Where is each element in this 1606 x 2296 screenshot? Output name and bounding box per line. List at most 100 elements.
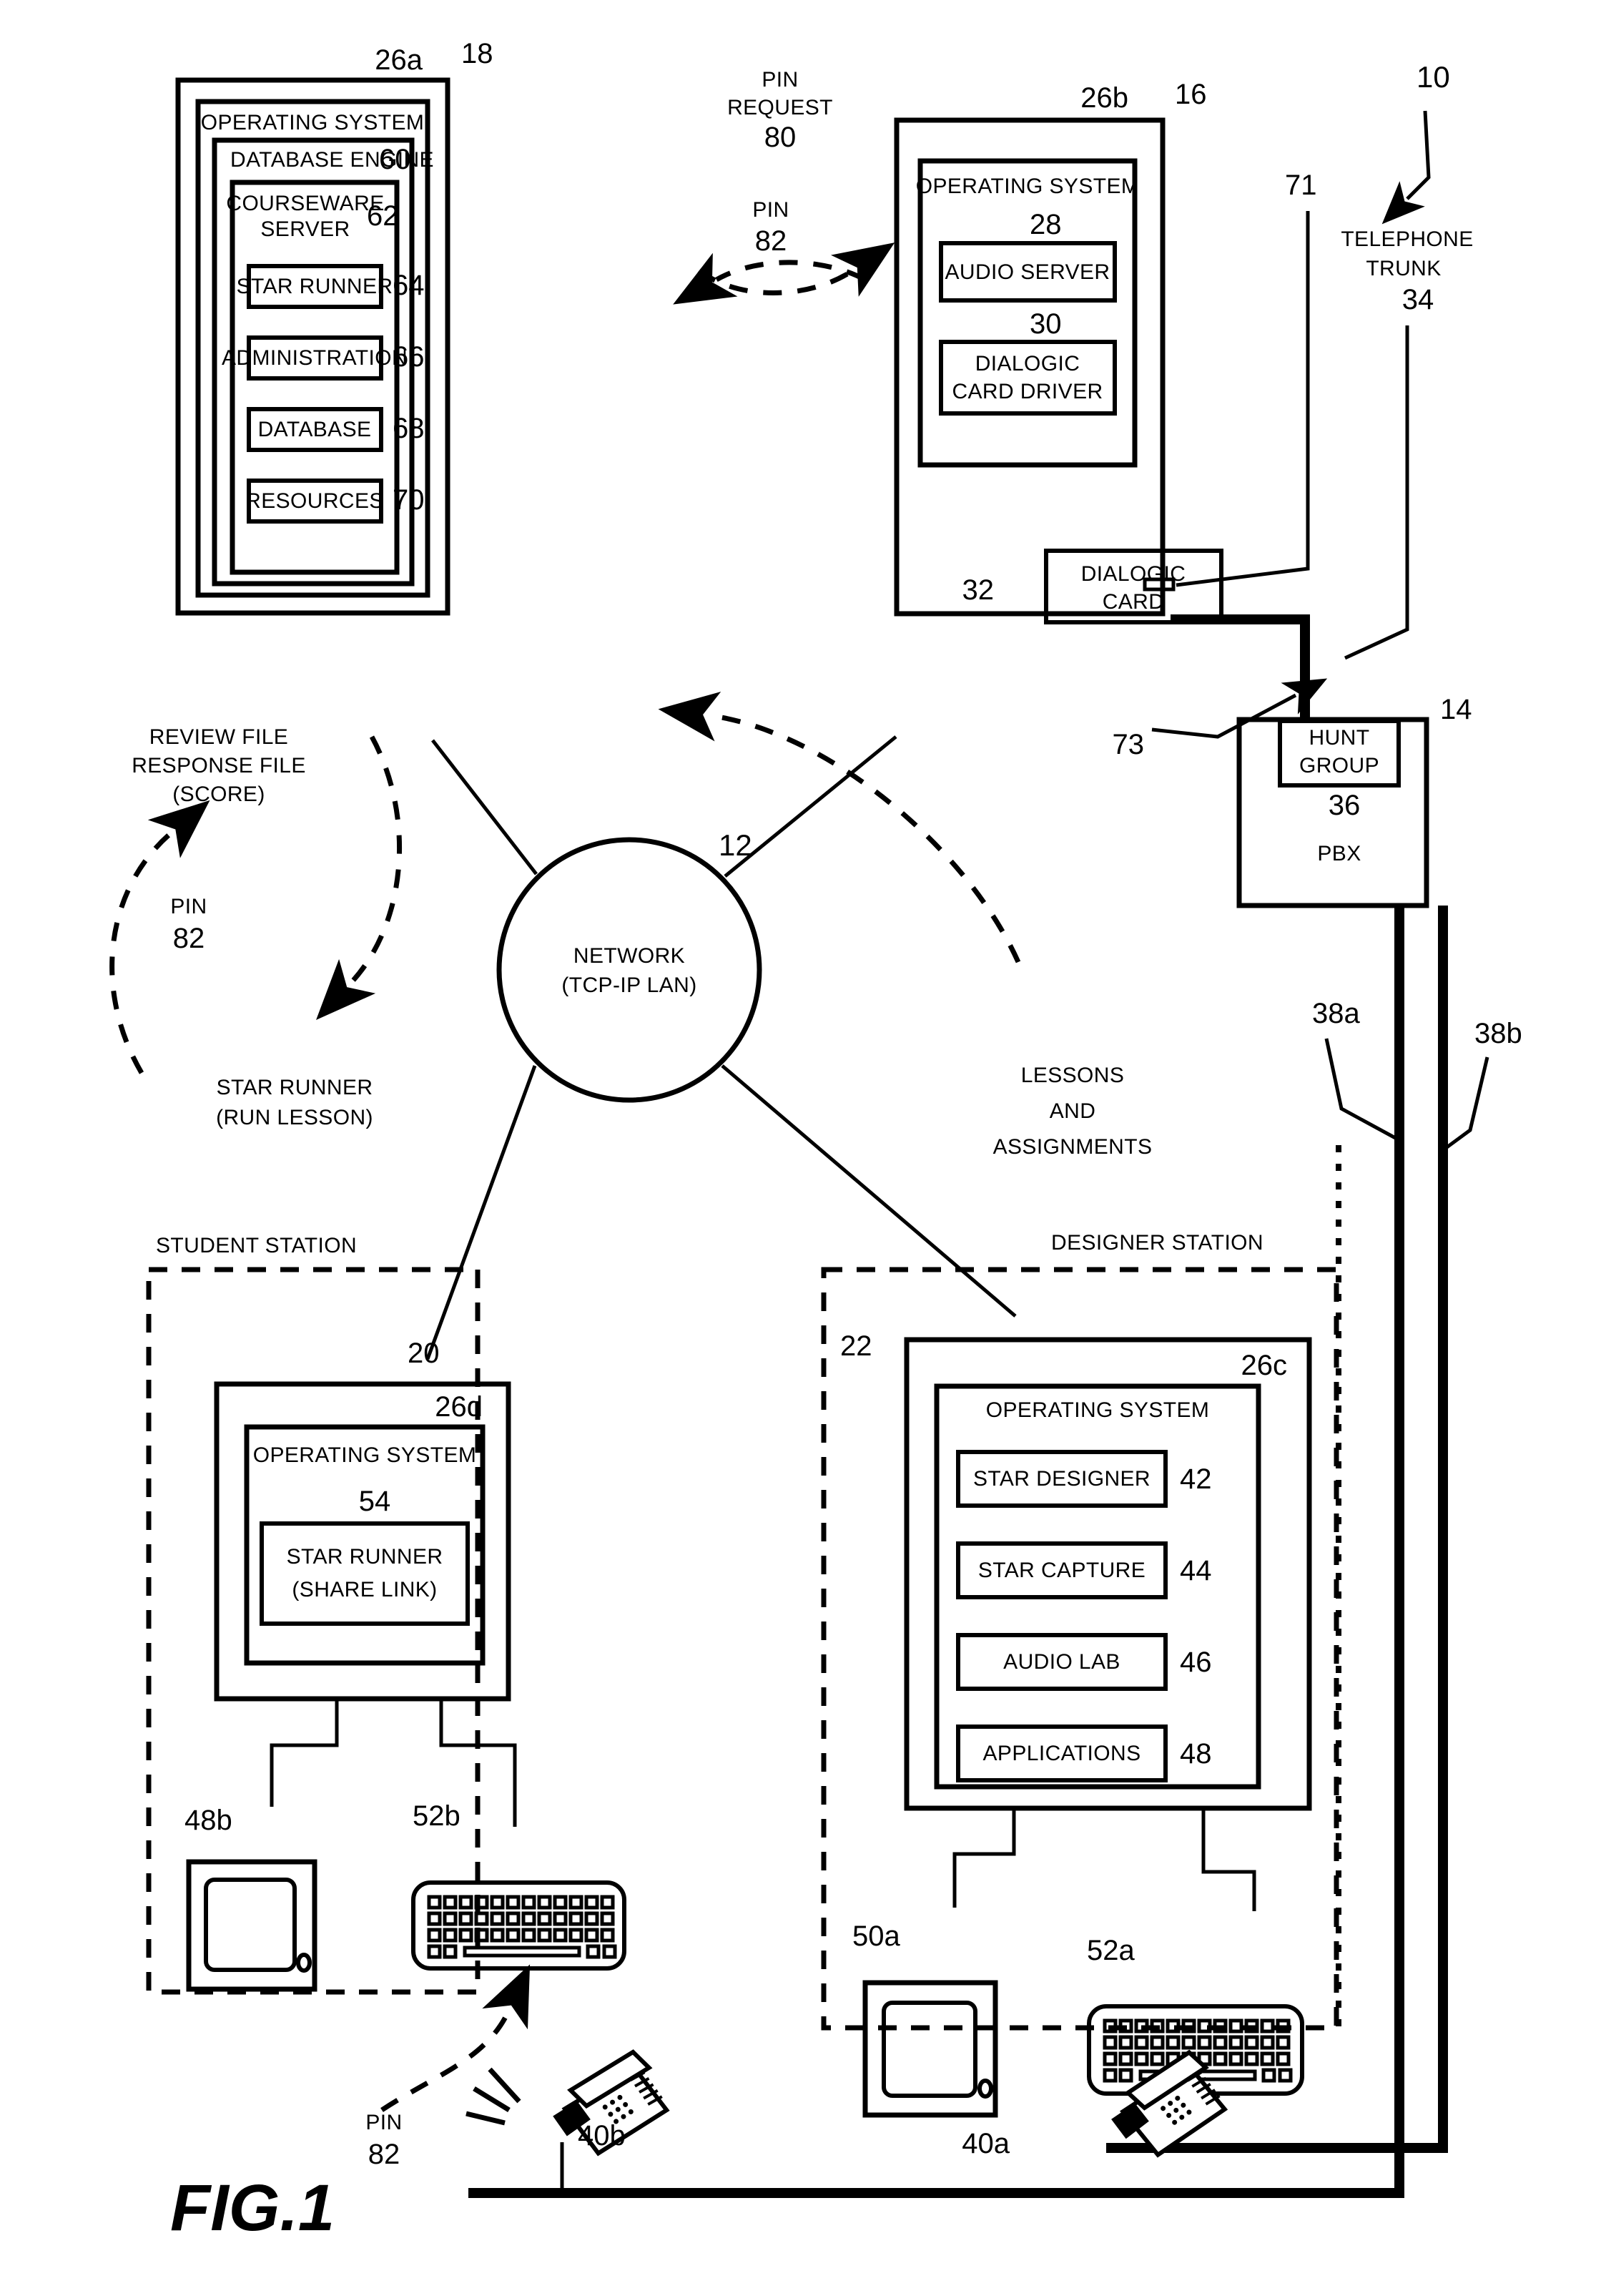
review-label-3: (SCORE)	[172, 782, 265, 806]
pin-arrow	[697, 242, 895, 297]
audio-os-label: OPERATING SYSTEM	[916, 175, 1140, 198]
pin-left-ref: 82	[173, 923, 205, 954]
leader-34	[1344, 325, 1409, 660]
label-50a: 50a	[852, 1920, 900, 1952]
audio-server-dashed-flow	[658, 692, 1021, 963]
label-68: 68	[393, 413, 425, 444]
hunt-group-label-2: GROUP	[1299, 754, 1379, 777]
pin-request-flow: PIN REQUEST 80	[673, 68, 865, 305]
leader-10	[1381, 110, 1431, 225]
label-40a: 40a	[962, 2128, 1010, 2159]
review-file-arrow	[109, 800, 210, 1074]
pin-request-label-2: REQUEST	[727, 96, 833, 119]
audio-os-box	[917, 158, 1138, 468]
lessons-assignments-flow: LESSONS AND ASSIGNMENTS	[993, 1064, 1152, 1159]
label-52a: 52a	[1087, 1935, 1135, 1966]
leader-73	[1151, 678, 1328, 739]
module-label-star-designer: STAR DESIGNER	[973, 1467, 1151, 1491]
trunk-label-1: TELEPHONE	[1341, 227, 1473, 251]
spoke-to-courseware-server	[431, 739, 538, 875]
network-label-1: NETWORK	[573, 944, 685, 968]
courseware-os-label: OPERATING SYSTEM	[201, 111, 425, 134]
telephone-trunk-line	[1171, 614, 1310, 721]
label-34: 34	[1402, 284, 1434, 315]
student-star-runner-box	[260, 1521, 470, 1626]
telephone-trunk-group: 71 TELEPHONE TRUNK 34 73	[1113, 170, 1474, 760]
lessons-label-1: LESSONS	[1021, 1064, 1125, 1087]
label-26a: 26a	[375, 44, 423, 76]
courseware-label-1: COURSEWARE	[226, 192, 384, 215]
star-runner-arrow	[316, 735, 402, 1021]
label-26c: 26c	[1241, 1350, 1288, 1381]
label-28: 28	[1030, 209, 1062, 240]
label-80: 80	[764, 122, 797, 153]
label-38b: 38b	[1474, 1018, 1522, 1049]
label-36: 36	[1329, 790, 1361, 821]
driver-label-1: DIALOGIC	[975, 352, 1080, 376]
designer-station-title: DESIGNER STATION	[1051, 1231, 1263, 1255]
network-circle	[496, 837, 762, 1103]
label-54: 54	[359, 1486, 391, 1517]
label-22: 22	[840, 1330, 872, 1362]
label-70: 70	[393, 484, 425, 516]
label-71: 71	[1285, 170, 1317, 201]
designer-monitor-knob	[977, 2079, 993, 2099]
student-station-title: STUDENT STATION	[156, 1234, 357, 1257]
pin-left-label: PIN	[170, 895, 207, 918]
label-38a: 38a	[1312, 998, 1360, 1029]
designer-os-label: OPERATING SYSTEM	[986, 1398, 1210, 1422]
spoke-to-designer-station	[721, 1064, 1017, 1318]
label-30: 30	[1030, 308, 1062, 340]
label-62: 62	[367, 200, 399, 232]
label-82: 82	[755, 225, 787, 257]
designer-keyboard-cable	[1201, 1808, 1256, 1911]
label-14: 14	[1440, 694, 1472, 725]
label-16: 16	[1175, 79, 1207, 110]
module-label-database: DATABASE	[258, 418, 372, 441]
courseware-server-block: 26a 18 OPERATING SYSTEM DATABASE ENGINE …	[175, 38, 493, 616]
designer-monitor-screen	[882, 2001, 977, 2098]
label-66: 66	[393, 341, 425, 373]
card-label-1: DIALOGIC	[1081, 562, 1186, 586]
pin-request-label-1: PIN	[762, 68, 798, 92]
audio-server-label: AUDIO SERVER	[945, 260, 1110, 284]
label-60: 60	[379, 144, 411, 175]
label-46: 46	[1180, 1647, 1212, 1678]
network-label-2: (TCP-IP LAN)	[561, 973, 696, 997]
student-station: STUDENT STATION 20 26d OPERATING SYSTEM …	[146, 1234, 626, 2170]
star-runner-flow-1: STAR RUNNER	[217, 1076, 373, 1099]
review-label-2: RESPONSE FILE	[132, 754, 306, 777]
student-keyboard-keys	[427, 1895, 617, 1959]
label-52b: 52b	[413, 1800, 460, 1832]
spoke-to-audio-server	[724, 735, 897, 878]
phone-40b-ring-lines	[465, 2067, 521, 2126]
hunt-group-label-1: HUNT	[1309, 726, 1370, 750]
system-ref-group: 10	[1381, 60, 1450, 225]
label-18: 18	[461, 38, 493, 69]
pin-label: PIN	[752, 198, 789, 222]
designer-monitor-cable	[952, 1808, 1016, 1908]
phone-40b-group: 40b	[465, 2049, 670, 2193]
label-42: 42	[1180, 1463, 1212, 1495]
designer-station: DESIGNER STATION 22 26c OPERATING SYSTEM…	[821, 1231, 1339, 2118]
student-monitor-cable	[270, 1699, 339, 1807]
audio-server-block: 26b 16 OPERATING SYSTEM 28 AUDIO SERVER …	[894, 79, 1223, 624]
module-label-star-runner: STAR RUNNER	[237, 275, 393, 298]
module-label-audio-lab: AUDIO LAB	[1003, 1650, 1120, 1674]
student-star-runner-2: (SHARE LINK)	[292, 1578, 437, 1601]
leader-71	[1176, 211, 1310, 587]
label-40b: 40b	[578, 2120, 626, 2152]
review-label-1: REVIEW FILE	[149, 725, 288, 749]
pbx-block: 14 HUNT GROUP 36 PBX	[1236, 694, 1472, 908]
review-file-flow: REVIEW FILE RESPONSE FILE (SCORE) PIN 82…	[109, 725, 402, 1129]
driver-label-2: CARD DRIVER	[952, 380, 1103, 403]
leader-38b	[1442, 1056, 1489, 1152]
student-monitor-knob	[296, 1953, 312, 1973]
dashed-flow-to-network	[658, 692, 1021, 963]
leader-38a	[1324, 1038, 1401, 1142]
module-label-administration: ADMINISTRATION	[222, 346, 408, 370]
module-label-star-capture: STAR CAPTURE	[978, 1559, 1146, 1582]
card-label-2: CARD	[1103, 590, 1165, 614]
student-monitor-screen	[204, 1878, 297, 1972]
module-label-resources: RESOURCES	[245, 489, 384, 513]
